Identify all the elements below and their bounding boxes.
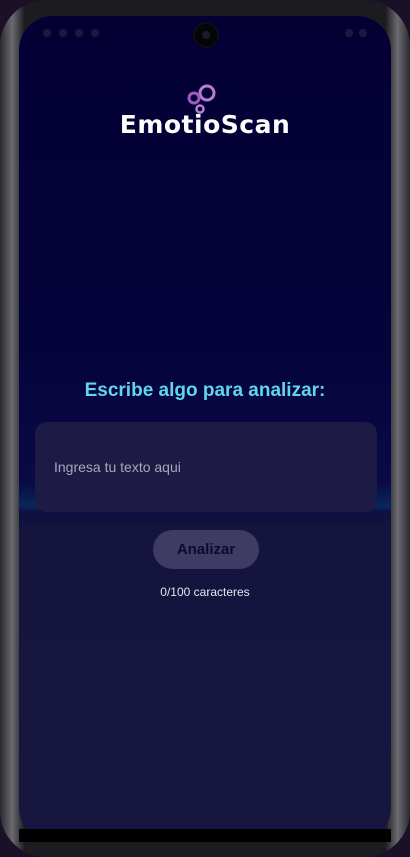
notification-icon (91, 29, 99, 37)
notification-icon (43, 29, 51, 37)
signal-icon (345, 29, 353, 37)
navigation-bar (19, 829, 391, 842)
notification-icon (75, 29, 83, 37)
text-input[interactable] (52, 458, 360, 476)
prompt-heading: Escribe algo para analizar: (84, 380, 326, 401)
phone-frame: EmotioScan Escribe algo para analizar: A… (0, 0, 410, 857)
text-input-container[interactable] (35, 422, 377, 512)
app-title: EmotioScan (119, 110, 291, 139)
char-counter: 0/100 caracteres (160, 585, 250, 599)
status-icons-right (345, 29, 367, 37)
app-screen: EmotioScan Escribe algo para analizar: A… (19, 16, 391, 842)
analyze-button[interactable]: Analizar (153, 530, 259, 569)
app-logo: EmotioScan (19, 84, 391, 144)
battery-icon (359, 29, 367, 37)
notification-icon (59, 29, 67, 37)
front-camera (195, 24, 217, 46)
status-icons-left (43, 29, 99, 37)
